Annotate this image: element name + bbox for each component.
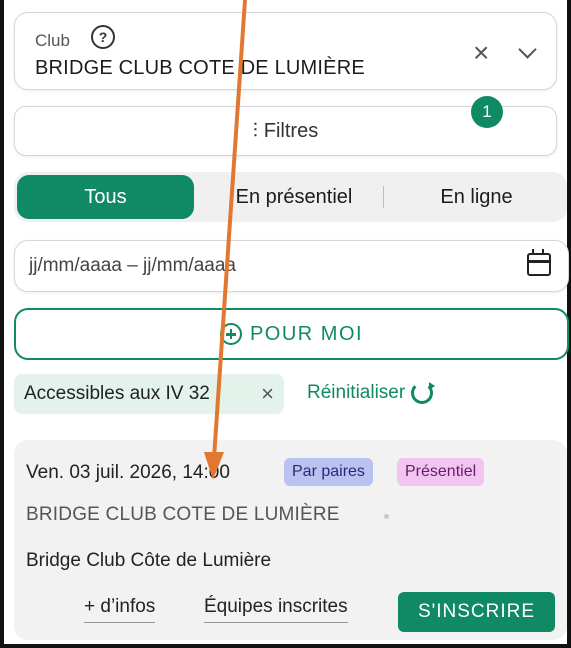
annotation-arrow-line: [212, 0, 247, 459]
annotation-arrow-head: [204, 452, 224, 480]
annotation-arrow: [204, 0, 247, 480]
